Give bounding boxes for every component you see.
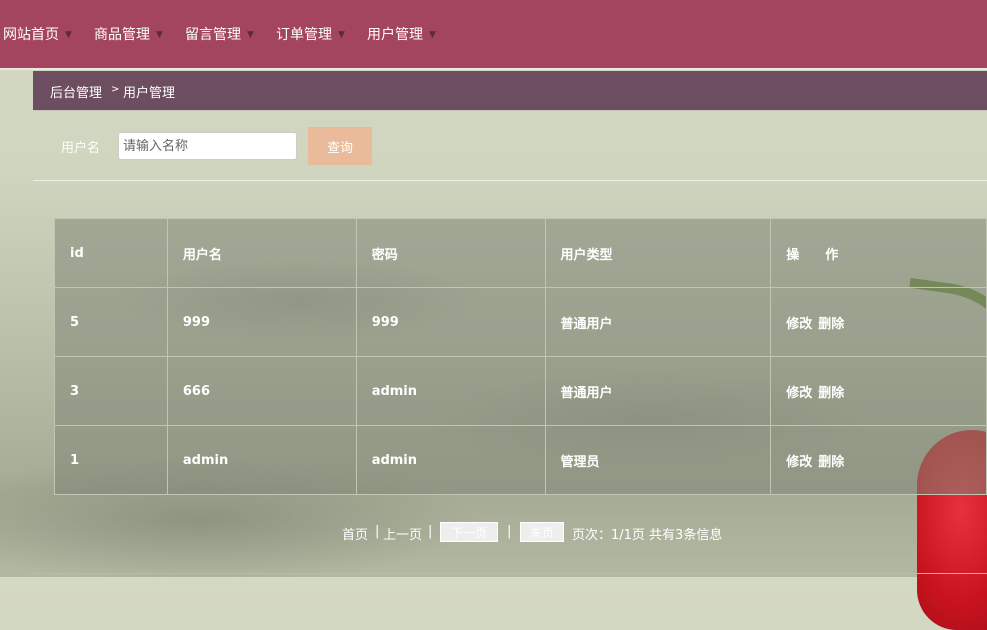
column-header-id: id [54,218,168,288]
cell-id: 3 [54,356,168,426]
cell-type: 普通用户 [544,287,772,357]
edit-link[interactable]: 修改 [786,455,812,470]
cell-password: admin [355,356,546,426]
divider [33,180,987,181]
chevron-down-icon: ▼ [338,30,345,40]
column-header-username: 用户名 [166,218,357,288]
users-table: id 用户名 密码 用户类型 操 作 5 999 999 普通用户 修改 删除 3… [54,218,987,495]
chevron-down-icon: ▼ [156,30,163,40]
search-label: 用户名 [61,141,101,156]
cell-username: 999 [166,287,357,357]
nav-item-label: 用户管理 [367,27,423,43]
cell-actions: 修改 删除 [770,425,987,495]
chevron-down-icon: ▼ [247,30,254,40]
pager-separator: | [375,524,380,539]
breadcrumb-current: 用户管理 [123,86,176,101]
search-input[interactable] [118,132,297,160]
breadcrumb-separator-icon: > [111,84,120,95]
pager-prev-link[interactable]: 上一页 [383,524,422,543]
table-header-row: id 用户名 密码 用户类型 操 作 [54,218,987,288]
breadcrumb-root[interactable]: 后台管理 [50,82,102,101]
cell-id: 5 [54,287,168,357]
column-header-type: 用户类型 [544,218,772,288]
pager-separator: | [428,524,433,539]
cell-username: 666 [166,356,357,426]
cell-type: 管理员 [544,425,772,495]
cell-username: admin [166,425,357,495]
chevron-down-icon: ▼ [65,30,72,40]
column-header-actions: 操 作 [770,218,987,288]
cell-type: 普通用户 [544,356,772,426]
nav-item-label: 网站首页 [3,27,59,43]
nav-item-messages[interactable]: 留言管理 ▼ [185,24,254,44]
nav-item-label: 商品管理 [94,27,150,43]
nav-item-products[interactable]: 商品管理 ▼ [94,24,163,44]
edit-link[interactable]: 修改 [786,386,812,401]
top-navbar: 网站首页 ▼ 商品管理 ▼ 留言管理 ▼ 订单管理 ▼ 用户管理 ▼ [0,0,987,70]
divider [33,573,987,574]
pager-last-button[interactable]: 末页 [520,522,564,542]
cell-password: 999 [355,287,546,357]
nav-item-label: 订单管理 [276,27,332,43]
pager-next-button[interactable]: 下一页 [440,522,498,542]
table-row: 1 admin admin 管理员 修改 删除 [54,425,987,495]
cell-id: 1 [54,425,168,495]
nav-item-label: 留言管理 [185,27,241,43]
pager-separator: | [507,524,512,539]
nav-item-orders[interactable]: 订单管理 ▼ [276,24,345,44]
cell-password: admin [355,425,546,495]
search-button[interactable]: 查询 [308,127,372,165]
cell-actions: 修改 删除 [770,356,987,426]
nav-item-users[interactable]: 用户管理 ▼ [367,24,436,44]
column-header-password: 密码 [355,218,546,288]
delete-link[interactable]: 删除 [818,455,844,470]
delete-link[interactable]: 删除 [818,317,844,332]
cell-actions: 修改 删除 [770,287,987,357]
chevron-down-icon: ▼ [429,30,436,40]
table-row: 5 999 999 普通用户 修改 删除 [54,287,987,357]
breadcrumb: 后台管理 > 用户管理 [33,71,987,111]
nav-item-home[interactable]: 网站首页 ▼ [3,24,72,44]
pager-info: 页次：1/1页 共有3条信息 [572,528,723,543]
table-row: 3 666 admin 普通用户 修改 删除 [54,356,987,426]
delete-link[interactable]: 删除 [818,386,844,401]
edit-link[interactable]: 修改 [786,317,812,332]
pager-first-link[interactable]: 首页 [342,524,368,543]
